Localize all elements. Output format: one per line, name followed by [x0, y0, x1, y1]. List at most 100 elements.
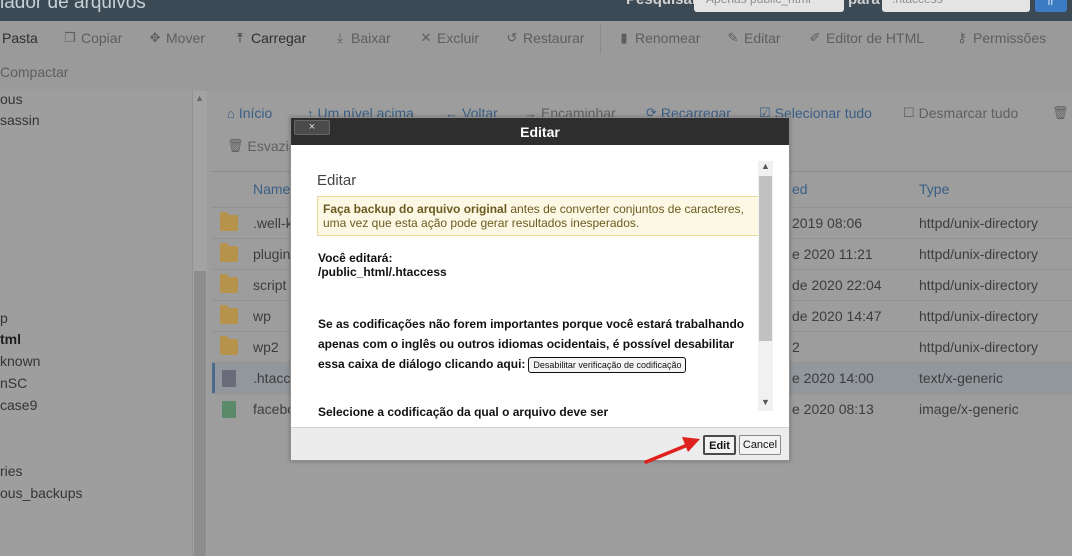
file-modified: 2019 08:06 [792, 215, 863, 231]
file-modified: de 2020 14:47 [792, 308, 882, 324]
app-title: iador de arquivos [0, 0, 146, 13]
folder-tree-sidebar: ous sassin p tml known nSC case9 ries ou… [0, 91, 207, 556]
file-name: facebo [253, 401, 296, 417]
download-icon: ⤓ [337, 30, 343, 45]
file-name: .well-k [253, 215, 293, 231]
edit-box-icon: ✐ [809, 30, 821, 45]
trash-button[interactable]: 🗑 [1052, 105, 1069, 121]
restore-button[interactable]: ↺ Restaurar [505, 30, 585, 46]
file-toolbar: Pasta ❐ Copiar ✥ Mover ⤒ Carregar ⤓ Baix… [0, 21, 1072, 91]
permissions-button[interactable]: ⚷ Permissões [955, 30, 1046, 46]
trash-icon: 🗑 [1052, 105, 1069, 120]
file-icon: ▮ [620, 30, 628, 45]
tree-item[interactable]: known [0, 353, 40, 369]
warning-bold: Faça backup do arquivo original [323, 202, 508, 216]
html-editor-button[interactable]: ✐ Editor de HTML [808, 30, 925, 46]
tree-item[interactable]: ous_backups [0, 485, 83, 501]
image-file-icon [222, 401, 236, 418]
trash-icon: 🗑 [227, 138, 244, 153]
selection-indicator [212, 363, 215, 394]
file-modified: de 2020 22:04 [792, 277, 882, 293]
cancel-button[interactable]: Cancel [739, 435, 781, 455]
new-folder-button[interactable]: Pasta [2, 30, 38, 46]
key-icon: ⚷ [957, 30, 967, 45]
file-type: text/x-generic [919, 370, 1004, 386]
tree-item[interactable]: ous [0, 91, 23, 107]
delete-button[interactable]: ✕ Excluir [419, 30, 479, 46]
dialog-title: Editar [520, 124, 560, 140]
tree-item[interactable]: ries [0, 463, 23, 479]
file-type: httpd/unix-directory [919, 339, 1039, 355]
rename-label: Renomear [635, 30, 701, 46]
edit-button[interactable]: ✎ Editar [726, 30, 781, 46]
para-label: para [848, 0, 880, 8]
rename-button[interactable]: ▮ Renomear [617, 30, 700, 46]
copy-button[interactable]: ❐ Copiar [63, 30, 122, 46]
dialog-footer: Edit Cancel [291, 427, 789, 460]
deselect-all-button[interactable]: ☐ Desmarcar tudo [903, 105, 1018, 121]
home-label: Início [238, 105, 273, 121]
folder-icon [220, 212, 238, 231]
file-type: httpd/unix-directory [919, 277, 1039, 293]
col-type-header[interactable]: Type [919, 181, 949, 197]
tree-item[interactable]: case9 [0, 397, 37, 413]
upload-button[interactable]: ⤒ Carregar [233, 30, 306, 46]
folder-icon [220, 336, 238, 355]
toolbar-divider [600, 24, 601, 54]
file-modified: 2 [792, 339, 800, 355]
copy-icon: ❐ [64, 30, 76, 45]
upload-icon: ⤒ [237, 30, 243, 45]
empty-trash-button[interactable]: 🗑 Esvazia [227, 138, 297, 154]
file-name: .htacc [253, 370, 291, 386]
move-button[interactable]: ✥ Mover [148, 30, 205, 46]
dialog-content: Editar Faça backup do arquivo original a… [317, 145, 763, 427]
red-arrow-annotation [644, 437, 700, 464]
file-modified: e 2020 08:13 [792, 401, 874, 417]
text-file-icon [222, 370, 236, 387]
dialog-body: Editar Faça backup do arquivo original a… [291, 145, 789, 427]
tree-item[interactable]: p [0, 310, 8, 326]
tree-item[interactable]: nSC [0, 375, 27, 391]
dialog-header: × Editar [291, 118, 789, 145]
pasta-label: Pasta [2, 30, 38, 46]
scrollbar-thumb[interactable] [194, 271, 206, 556]
html-editor-label: Editor de HTML [826, 30, 925, 46]
download-button[interactable]: ⤓ Baixar [333, 30, 391, 46]
upload-label: Carregar [251, 30, 307, 46]
dialog-scrollbar[interactable]: ▲ ▼ [758, 161, 773, 411]
edit-target-info: Você editará: /public_html/.htaccess [318, 251, 447, 279]
edit-dialog: × Editar Editar Faça backup do arquivo o… [290, 117, 790, 461]
compress-button[interactable]: Compactar [0, 64, 68, 80]
disable-encoding-check-button[interactable]: Desabilitar verificação de codificação [528, 357, 687, 373]
file-name: plugin [253, 246, 291, 262]
search-scope-select[interactable]: Apenas public_html [694, 0, 844, 12]
you-will-edit-label: Você editará: [318, 251, 393, 265]
folder-icon [220, 305, 238, 324]
cut-off-text: Selecione a codificação da qual o arquiv… [318, 405, 609, 419]
move-icon: ✥ [149, 30, 161, 45]
file-name: wp [253, 308, 271, 324]
chevron-up-icon[interactable]: ▲ [761, 161, 770, 171]
home-icon: ⌂ [227, 105, 235, 121]
compress-label: Compactar [0, 64, 69, 80]
file-type: image/x-generic [919, 401, 1019, 417]
encoding-info: Se as codificações não forem importantes… [318, 314, 758, 374]
dialog-heading: Editar [317, 172, 357, 189]
tree-item[interactable]: sassin [0, 112, 40, 128]
copy-label: Copiar [81, 30, 123, 46]
search-go-button[interactable]: ir [1035, 0, 1067, 12]
col-name-header[interactable]: Name [253, 181, 290, 197]
scrollbar-thumb[interactable] [759, 176, 772, 341]
move-label: Mover [166, 30, 205, 46]
sidebar-scrollbar[interactable]: ▲ [192, 91, 207, 556]
col-modified-header[interactable]: ed [792, 181, 808, 197]
tree-item-active[interactable]: tml [0, 331, 21, 347]
file-type: httpd/unix-directory [919, 246, 1039, 262]
search-input[interactable]: .htaccess [882, 0, 1030, 12]
chevron-down-icon[interactable]: ▼ [761, 397, 770, 407]
permissions-label: Permissões [973, 30, 1047, 46]
scroll-up-icon[interactable]: ▲ [195, 93, 204, 103]
folder-icon [220, 274, 238, 293]
home-button[interactable]: ⌂ Início [227, 105, 272, 121]
close-icon: ✕ [420, 30, 432, 45]
